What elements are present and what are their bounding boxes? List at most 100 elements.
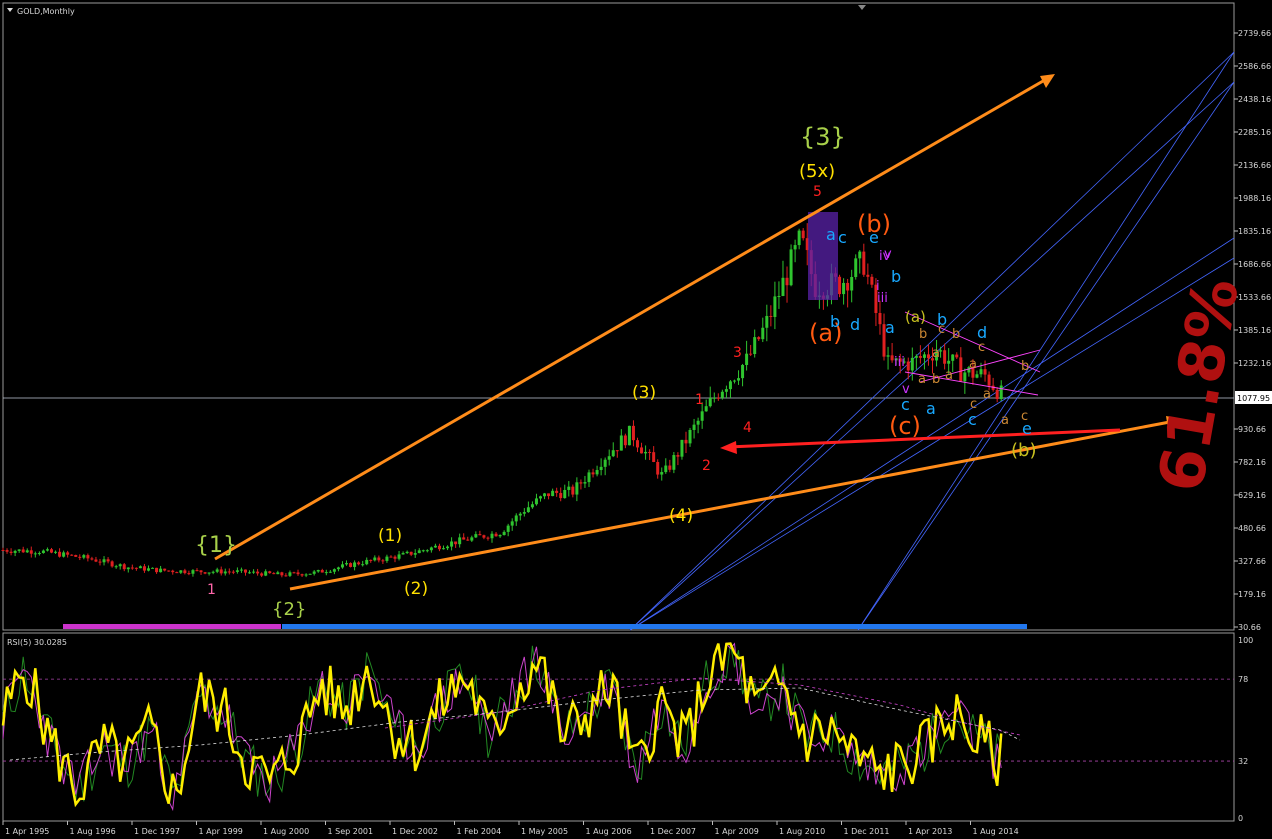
candle-body	[199, 570, 203, 573]
candle-body	[86, 555, 90, 559]
candle-body	[906, 361, 910, 371]
candle-body	[510, 521, 514, 526]
candle-body	[462, 537, 466, 540]
candle-body	[155, 567, 159, 573]
candle-body	[741, 364, 745, 379]
candle-body	[37, 553, 41, 555]
bullish-bar-strip	[282, 624, 1027, 629]
candle-body	[631, 425, 635, 441]
candle-body	[106, 559, 110, 562]
candle-body	[506, 525, 510, 532]
candle-body	[700, 411, 704, 421]
wave-label: v	[884, 247, 892, 262]
candle-body	[191, 570, 195, 574]
candle-body	[227, 571, 231, 573]
current-price-label: 1077.95	[1237, 394, 1270, 403]
candle-body	[9, 551, 13, 553]
wave-label: c	[901, 395, 910, 414]
wave-label: c	[838, 228, 847, 247]
price-tick-label: 2586.66	[1238, 62, 1271, 71]
candle-body	[676, 455, 680, 457]
candle-body	[567, 486, 571, 490]
candle-body	[239, 569, 243, 571]
candle-body	[571, 486, 575, 495]
candle-body	[324, 572, 328, 574]
candle-body	[999, 385, 1003, 399]
wave-label: b	[919, 327, 927, 342]
candle-body	[870, 276, 874, 285]
candle-body	[793, 245, 797, 250]
candle-body	[353, 562, 357, 567]
price-tick-label: 782.16	[1238, 458, 1266, 467]
candle-body	[118, 564, 122, 567]
candle-body	[29, 550, 33, 554]
candle-body	[393, 556, 397, 559]
candle-body	[429, 547, 433, 551]
candle-body	[587, 472, 591, 483]
main-title: GOLD,Monthly	[17, 7, 75, 16]
candle-body	[405, 551, 409, 554]
candle-body	[389, 556, 393, 558]
candle-body	[757, 337, 761, 340]
wave-label: 1	[695, 392, 704, 408]
price-tick-label: 480.66	[1238, 524, 1266, 533]
candle-body	[514, 515, 518, 522]
candle-body	[268, 571, 272, 574]
candle-body	[110, 561, 114, 567]
bearish-bar-strip	[63, 624, 281, 629]
candle-body	[494, 533, 498, 537]
wave-label: c	[1021, 409, 1028, 424]
wave-label: (b)	[1011, 440, 1036, 461]
candle-body	[688, 429, 692, 444]
candle-body	[918, 356, 922, 358]
candle-body	[62, 552, 66, 557]
date-tick-label: 1 Dec 2011	[844, 827, 890, 836]
candle-body	[644, 451, 648, 454]
candle-body	[207, 572, 211, 574]
candle-body	[349, 563, 353, 567]
candle-body	[142, 566, 146, 571]
candle-body	[640, 447, 644, 454]
candle-body	[70, 554, 74, 556]
wave-label: c	[938, 322, 945, 337]
wave-label: b	[1021, 359, 1029, 374]
candle-body	[959, 357, 963, 382]
candle-body	[134, 567, 138, 569]
candle-body	[219, 569, 223, 574]
candle-body	[292, 572, 296, 574]
chart-canvas: GOLD,Monthly RSI(5) 30.0285 2739.66 2586.…	[0, 0, 1272, 839]
candle-body	[789, 249, 793, 286]
candle-body	[539, 496, 542, 499]
price-tick-label: 2136.66	[1238, 161, 1271, 170]
candle-body	[745, 353, 749, 365]
date-tick-label: 1 Apr 1995	[5, 827, 49, 836]
candle-body	[777, 296, 781, 298]
date-tick-label: 1 Aug 2000	[263, 827, 309, 836]
candle-body	[551, 490, 555, 497]
candle-body	[947, 360, 951, 364]
candle-body	[563, 489, 567, 499]
candle-body	[78, 556, 82, 558]
candle-body	[656, 461, 660, 475]
candle-body	[668, 465, 672, 470]
candle-body	[130, 567, 134, 569]
candle-body	[280, 572, 284, 576]
wave-label: 4	[743, 420, 752, 436]
candle-body	[183, 570, 187, 574]
wave-label: i	[876, 279, 880, 294]
price-tick-label: 30.66	[1238, 623, 1261, 632]
candle-body	[5, 550, 9, 552]
candle-body	[963, 372, 967, 382]
candle-body	[619, 435, 623, 451]
candle-body	[470, 537, 474, 541]
candle-body	[603, 459, 607, 467]
candle-body	[732, 380, 736, 382]
candle-body	[518, 513, 522, 516]
candle-body	[138, 566, 142, 569]
price-tick-label: 2438.16	[1238, 95, 1271, 104]
wave-label: (3)	[632, 383, 656, 403]
candle-body	[377, 557, 381, 561]
candle-body	[878, 313, 882, 325]
candle-body	[276, 572, 280, 575]
candle-body	[765, 315, 769, 328]
